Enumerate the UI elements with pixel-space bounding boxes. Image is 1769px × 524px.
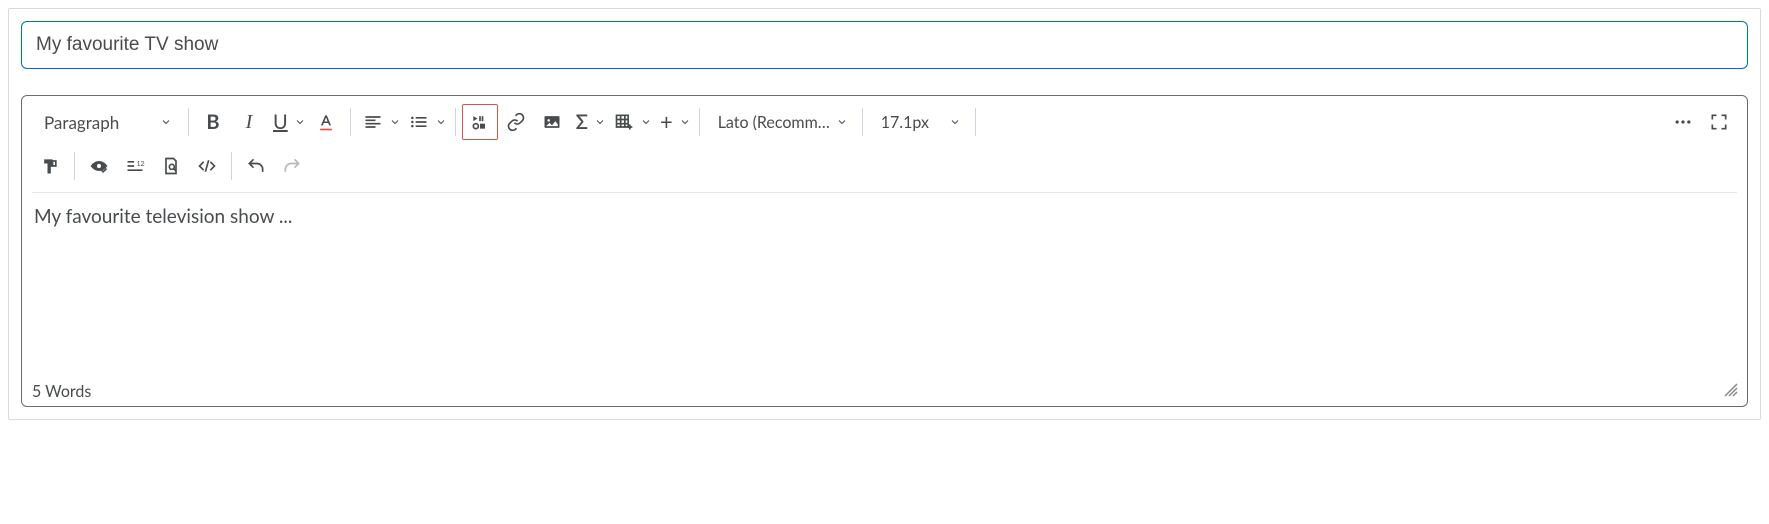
plus-icon: + — [660, 111, 673, 133]
chevron-down-icon — [294, 116, 306, 128]
image-button[interactable] — [534, 104, 570, 140]
align-button[interactable] — [357, 104, 403, 140]
italic-button[interactable]: I — [231, 104, 267, 140]
chevron-down-icon — [160, 116, 172, 128]
eye-check-icon — [89, 156, 109, 176]
preview-button[interactable] — [153, 148, 189, 184]
toolbar-separator — [350, 108, 351, 136]
block-format-label: Paragraph — [44, 112, 119, 133]
bold-button[interactable]: B — [195, 104, 231, 140]
code-icon — [197, 156, 217, 176]
source-code-button[interactable] — [189, 148, 225, 184]
font-size-label: 17.1px — [881, 113, 929, 132]
chevron-down-icon — [640, 116, 652, 128]
ellipsis-icon — [1673, 112, 1693, 132]
more-actions-button[interactable] — [1665, 104, 1701, 140]
fullscreen-icon — [1709, 112, 1729, 132]
insert-more-button[interactable]: + — [654, 104, 693, 140]
list-button[interactable] — [403, 104, 449, 140]
equation-button[interactable]: Σ — [570, 104, 608, 140]
undo-button[interactable] — [238, 148, 274, 184]
format-painter-button[interactable] — [32, 148, 68, 184]
link-button[interactable] — [498, 104, 534, 140]
toolbar-separator — [862, 108, 863, 136]
toolbar: Paragraph B I U — [22, 96, 1747, 188]
list-icon — [409, 112, 429, 132]
toolbar-separator — [455, 108, 456, 136]
underline-button[interactable]: U — [267, 104, 308, 140]
toolbar-separator — [188, 108, 189, 136]
image-icon — [542, 112, 562, 132]
svg-text:123: 123 — [137, 160, 145, 168]
align-left-icon — [363, 112, 383, 132]
insert-stuff-button[interactable] — [462, 104, 498, 140]
toolbar-separator — [74, 152, 75, 180]
editor-content[interactable]: My favourite television show ... — [22, 193, 1747, 378]
toolbar-separator — [699, 108, 700, 136]
fullscreen-button[interactable] — [1701, 104, 1737, 140]
underline-icon: U — [273, 110, 288, 134]
word-count-button[interactable]: 123 — [117, 148, 153, 184]
text-color-button[interactable] — [308, 104, 344, 140]
rich-text-editor: Paragraph B I U — [21, 95, 1748, 407]
table-icon — [614, 112, 634, 132]
font-size-dropdown[interactable]: 17.1px — [869, 104, 969, 140]
toolbar-separator — [975, 108, 976, 136]
editor-footer: 5 Words — [22, 378, 1747, 406]
chevron-down-icon — [836, 116, 848, 128]
undo-icon — [246, 156, 266, 176]
toolbar-row-2: 123 — [32, 144, 1737, 188]
accessibility-checker-button[interactable] — [81, 148, 117, 184]
link-icon — [506, 112, 526, 132]
chevron-down-icon — [594, 116, 606, 128]
insert-stuff-icon — [470, 112, 490, 132]
word-count-label: 5 Words — [32, 382, 91, 401]
redo-icon — [282, 156, 302, 176]
word-count-icon: 123 — [125, 156, 145, 176]
toolbar-row-1: Paragraph B I U — [32, 100, 1737, 144]
format-painter-icon — [40, 156, 60, 176]
editor-panel: Paragraph B I U — [8, 8, 1761, 420]
chevron-down-icon — [949, 116, 961, 128]
resize-handle[interactable] — [1723, 380, 1741, 402]
chevron-down-icon — [389, 116, 401, 128]
chevron-down-icon — [679, 116, 691, 128]
italic-icon: I — [246, 112, 253, 132]
sigma-icon: Σ — [576, 110, 588, 134]
table-button[interactable] — [608, 104, 654, 140]
redo-button[interactable] — [274, 148, 310, 184]
font-family-dropdown[interactable]: Lato (Recomm… — [706, 104, 856, 140]
text-color-icon — [316, 112, 336, 132]
font-family-label: Lato (Recomm… — [718, 113, 830, 132]
chevron-down-icon — [435, 116, 447, 128]
title-input[interactable] — [21, 21, 1748, 69]
page-search-icon — [161, 156, 181, 176]
block-format-dropdown[interactable]: Paragraph — [32, 104, 182, 140]
toolbar-separator — [231, 152, 232, 180]
bold-icon: B — [206, 112, 219, 132]
